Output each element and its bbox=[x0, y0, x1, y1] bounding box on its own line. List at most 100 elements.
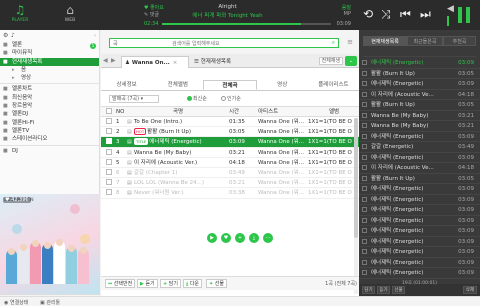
subtab[interactable]: 상세정보 bbox=[101, 80, 152, 90]
search-icon[interactable]: ⌕ bbox=[332, 39, 335, 47]
playlist-item[interactable]: 활활 (Burn It Up) 03:05 bbox=[359, 69, 480, 79]
sidebar-item[interactable]: ■ 멜론TV bbox=[0, 127, 99, 135]
playlist-checkbox[interactable] bbox=[362, 154, 367, 160]
progress-bar[interactable] bbox=[162, 23, 331, 25]
playlist-item[interactable]: Wanna Be (My Baby) 03:21 bbox=[359, 121, 480, 132]
subtab[interactable]: 전체앨범 bbox=[152, 80, 203, 90]
repeat-icon[interactable]: ⟲ bbox=[363, 6, 373, 22]
playlist-item[interactable]: 갈갈 (Energetic) 03:49 bbox=[359, 142, 480, 153]
release-filter-select[interactable]: 발매곡 (7곡) ▾ bbox=[109, 95, 159, 103]
search-type-select[interactable]: 곡 bbox=[113, 40, 118, 47]
playlist-checkbox[interactable] bbox=[362, 228, 367, 233]
pause-button[interactable] bbox=[456, 7, 472, 23]
bell-icon[interactable]: ♪ bbox=[11, 32, 19, 39]
row-artist[interactable]: Wanna One (워... bbox=[258, 148, 308, 158]
playlist-checkbox[interactable] bbox=[362, 238, 367, 244]
playlist-checkbox[interactable] bbox=[362, 186, 367, 191]
sort-latest-radio[interactable]: 최신순 bbox=[187, 95, 207, 102]
playlist-checkbox[interactable] bbox=[362, 70, 367, 76]
subtab[interactable]: 영상 bbox=[257, 80, 308, 90]
close-icon[interactable]: × bbox=[173, 60, 178, 66]
row-album[interactable]: 1X1=1(TO BE ONE) bbox=[308, 148, 352, 158]
row-artist[interactable]: Wanna One (워... bbox=[258, 158, 308, 168]
table-scrollbar[interactable] bbox=[354, 118, 358, 294]
playlist-checkbox[interactable] bbox=[362, 81, 367, 86]
playlist-item[interactable]: 에너제틱 (Energetic) 03:09 bbox=[359, 216, 480, 226]
floating-play-icon[interactable]: ▶ bbox=[207, 233, 217, 243]
row-album[interactable]: 1X1=1(TO BE ONE) bbox=[308, 178, 352, 188]
listen-button[interactable]: ▶ 듣기 bbox=[137, 279, 158, 288]
chevron-left-icon[interactable]: ‹ bbox=[94, 33, 96, 39]
table-row[interactable]: 8 ▤ Never (워너원 Ver.) 03:38 Wanna One (워... 1X… bbox=[101, 188, 359, 199]
sidebar-item[interactable]: ■ 멜론DJ bbox=[0, 110, 99, 118]
playlist-checkbox[interactable] bbox=[362, 196, 367, 202]
lyrics-icon[interactable]: ▤ bbox=[127, 117, 134, 127]
manager-tool[interactable]: ▣ 관리툴 bbox=[40, 299, 60, 306]
sidebar-item[interactable]: ■ 멜론 5 bbox=[0, 41, 99, 49]
playlist-item[interactable]: 에너제틱 (Energetic) 03:09 bbox=[359, 237, 480, 247]
sidebar-item[interactable]: ■ 스테이션라디오 bbox=[0, 135, 99, 143]
lyrics-icon[interactable]: ▤ bbox=[127, 137, 134, 147]
row-album[interactable]: 1X1=1(TO BE ONE) bbox=[308, 188, 352, 198]
row-artist[interactable]: Wanna One (워... bbox=[258, 137, 308, 147]
shuffle-icon[interactable]: ⤨ bbox=[381, 6, 391, 22]
table-row[interactable]: 5 ▤ 이 자리에 (Acoustic Ver.) 04:18 Wanna One (워… bbox=[101, 158, 359, 168]
floating-more-icon[interactable]: ⋯ bbox=[263, 233, 273, 243]
scroll-thumb[interactable] bbox=[354, 118, 358, 238]
row-checkbox[interactable] bbox=[106, 138, 112, 145]
forward-icon[interactable]: ▶ bbox=[111, 57, 116, 64]
playlist-gift-button[interactable]: 선물 bbox=[392, 286, 405, 294]
playlist-item[interactable]: 이 자리에 (Acoustic Ve... 04:18 bbox=[359, 163, 480, 174]
row-artist[interactable]: Wanna One (워... bbox=[258, 127, 308, 137]
lyrics-icon[interactable]: ▤ bbox=[127, 178, 134, 188]
playlist-item[interactable]: 에너제틱 (Energetic) 03:09 bbox=[359, 153, 480, 163]
playlist-checkbox[interactable] bbox=[362, 165, 367, 170]
gift-button[interactable]: ✦ 선물 bbox=[206, 279, 227, 288]
sidebar-item[interactable]: ■ 최신음악 bbox=[0, 94, 99, 102]
tab-artist[interactable]: ♟ Wanna On... × bbox=[121, 56, 189, 68]
playlist-item[interactable]: 에너제틱 (Energetic) 03:09 bbox=[359, 195, 480, 205]
invert-selection-button[interactable]: ↔ 선택반전 bbox=[105, 279, 136, 288]
sidebar-item[interactable]: ■ 장르음악 bbox=[0, 102, 99, 110]
row-artist[interactable]: Wanna One (워... bbox=[258, 168, 308, 178]
playlist-item[interactable]: 에너제틱 (Energetic) 03:09 bbox=[359, 132, 480, 142]
table-row[interactable]: 4 ▤ Wanna Be (My Baby) 03:21 Wanna One (워...… bbox=[101, 148, 359, 158]
playlist-checkbox[interactable] bbox=[362, 123, 367, 128]
web-mode-button[interactable]: ⌂ WEB bbox=[50, 0, 90, 30]
table-row[interactable]: 6 ▤ 갈갈 (Chapter 1) 03:49 Wanna One (워... 1X1=… bbox=[101, 168, 359, 179]
album-art[interactable]: SEVENTEEN ♥ 42,396 bbox=[0, 194, 100, 294]
select-all-checkbox[interactable] bbox=[106, 108, 112, 114]
playlist-checkbox[interactable] bbox=[362, 144, 367, 149]
playlist-item[interactable]: 에너제틱 (Energetic) 03:09 bbox=[359, 268, 480, 279]
row-checkbox[interactable] bbox=[106, 118, 112, 124]
playlist-checkbox[interactable] bbox=[362, 60, 367, 65]
sort-popular-radio[interactable]: 인기순 bbox=[221, 95, 241, 102]
row-checkbox[interactable] bbox=[106, 189, 112, 196]
settings-icon[interactable]: ⚙ bbox=[3, 32, 11, 39]
playlist-item[interactable]: 에너제틱 (Energetic) 03:09 bbox=[359, 258, 480, 268]
lyrics-icon[interactable]: ▤ bbox=[127, 188, 134, 198]
playlist-checkbox[interactable] bbox=[362, 102, 367, 107]
playlist-delete-button[interactable]: 삭제 bbox=[462, 286, 477, 294]
playlist-checkbox[interactable] bbox=[362, 270, 367, 275]
next-icon[interactable]: ⏭ bbox=[420, 6, 431, 22]
playlist-checkbox[interactable] bbox=[362, 133, 367, 139]
row-album[interactable]: 1X1=1(TO BE ONE) bbox=[308, 127, 352, 137]
sidebar-item[interactable]: ■ 마이뮤직 bbox=[0, 49, 99, 57]
playlist-item[interactable]: 에너제틱 (Energetic) 03:09 bbox=[359, 184, 480, 195]
add-button[interactable]: + 담기 bbox=[160, 279, 181, 288]
row-album[interactable]: 1X1=1(TO BE ONE) bbox=[308, 168, 352, 178]
floating-heart-icon[interactable]: ♥ bbox=[221, 233, 231, 243]
volume-icon[interactable]: ◀ bbox=[447, 4, 454, 14]
connection-status[interactable]: ◉ 연결상태 bbox=[4, 299, 28, 306]
playlist-add-button[interactable]: 담기 bbox=[362, 286, 375, 294]
row-checkbox[interactable] bbox=[106, 148, 112, 155]
playlist-item[interactable]: 이 자리에 (Acoustic Ve... 04:18 bbox=[359, 90, 480, 100]
playlist-item[interactable]: 활활 (Burn It Up) 03:05 bbox=[359, 174, 480, 184]
table-row[interactable]: 1 ▤ To Be One (Intro.) 01:35 Wanna One (워...… bbox=[101, 117, 359, 128]
full-play-button[interactable]: 전체재생 bbox=[318, 57, 343, 65]
table-row[interactable]: 3 ▤ TITLE 에너제틱 (Energetic) 03:09 Wanna One (워… bbox=[101, 137, 359, 148]
table-row[interactable]: 2 ▤ HOT 활활 (Burn It Up) 03:05 Wanna One (워...… bbox=[101, 127, 359, 138]
volume-slider[interactable] bbox=[447, 16, 455, 26]
playlist-item[interactable]: 에너제틱 (Energetic) 03:09 bbox=[359, 58, 480, 69]
